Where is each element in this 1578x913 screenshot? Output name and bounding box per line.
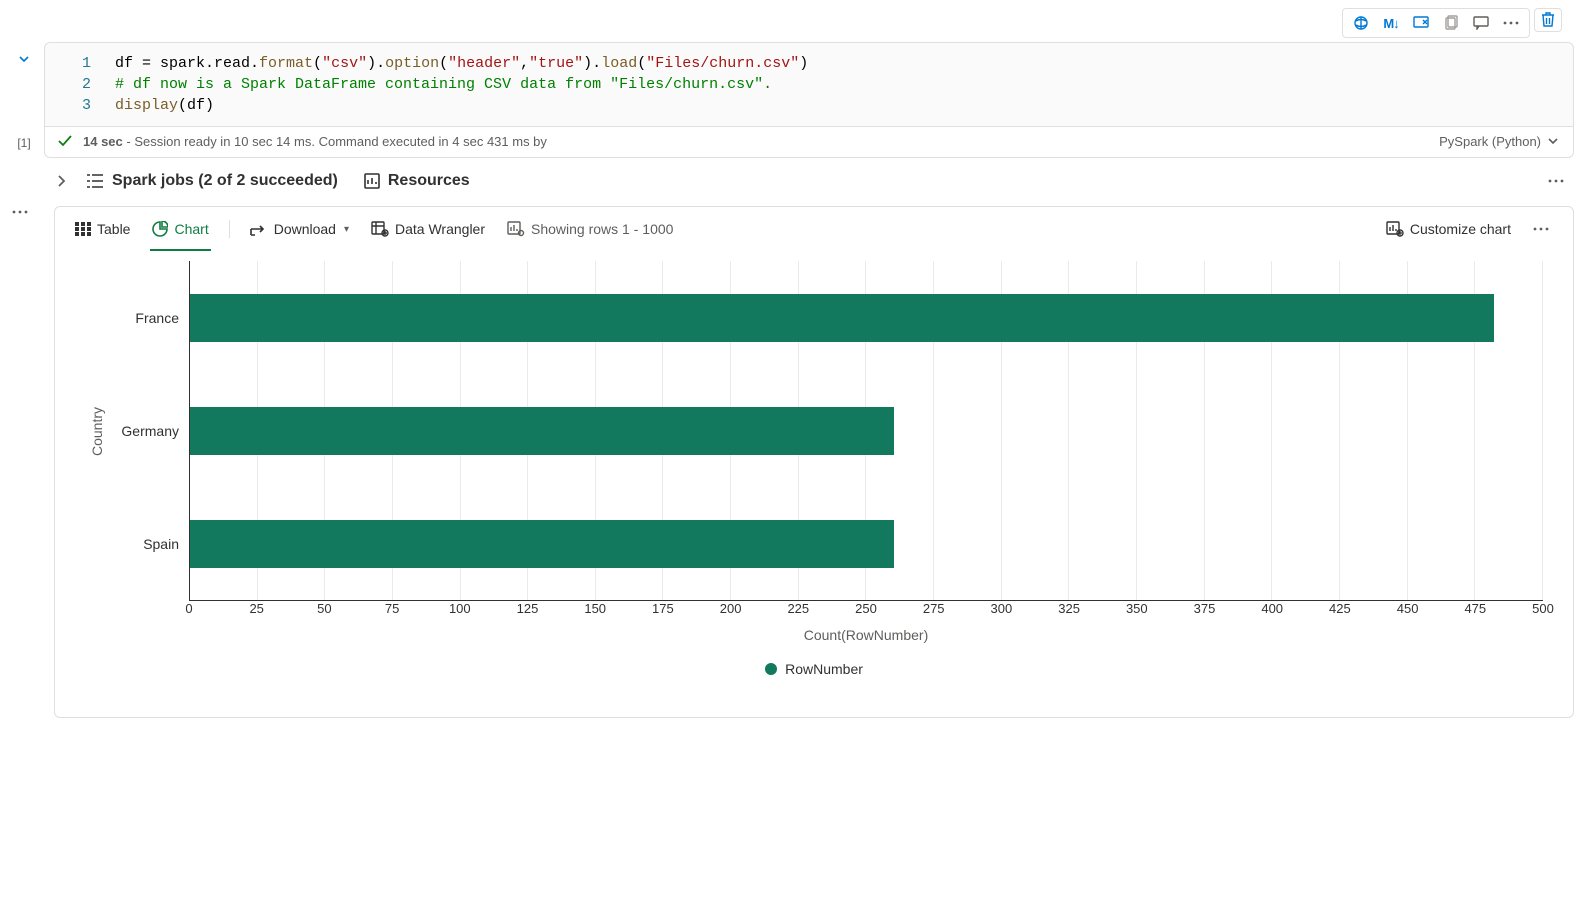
customize-chart-label: Customize chart (1410, 221, 1511, 237)
convert-notebook-icon[interactable] (1347, 11, 1375, 35)
x-tick: 100 (449, 601, 471, 616)
y-axis-categories: France Germany Spain (109, 261, 189, 601)
x-tick: 25 (249, 601, 263, 616)
tab-chart[interactable]: Chart (150, 217, 210, 251)
x-tick: 375 (1194, 601, 1216, 616)
chart-output: Country France Germany Spain 0 25 50 75 100 1… (55, 251, 1573, 687)
y-axis-title: Country (85, 261, 109, 601)
y-category: France (109, 310, 179, 326)
spark-jobs-button[interactable]: Spark jobs (2 of 2 succeeded) (86, 172, 338, 190)
spark-jobs-label: Spark jobs (2 of 2 succeeded) (112, 172, 338, 190)
tab-table[interactable]: Table (73, 217, 132, 251)
x-tick: 200 (720, 601, 742, 616)
code-editor[interactable]: 1 df = spark.read.format("csv").option("… (44, 42, 1574, 127)
language-selector[interactable]: PySpark (Python) (1439, 134, 1559, 149)
x-tick: 400 (1261, 601, 1283, 616)
delete-cell-icon[interactable] (1534, 8, 1562, 32)
x-tick: 225 (787, 601, 809, 616)
expand-output-icon[interactable] (54, 174, 68, 188)
code-line-2: # df now is a Spark DataFrame containing… (115, 74, 772, 95)
markdown-button[interactable]: M↓ (1377, 11, 1405, 35)
line-number: 2 (45, 74, 115, 95)
x-tick: 0 (185, 601, 192, 616)
code-cell: 1 df = spark.read.format("csv").option("… (4, 42, 1574, 158)
collapse-toggle[interactable] (4, 42, 44, 66)
x-tick: 300 (991, 601, 1013, 616)
rows-info: Showing rows 1 - 1000 (505, 217, 675, 251)
result-more-actions-icon[interactable] (1527, 217, 1555, 241)
x-axis-title: Count(RowNumber) (189, 621, 1543, 643)
clear-output-icon[interactable] (1407, 11, 1435, 35)
code-line-1: df = spark.read.format("csv").option("he… (115, 53, 808, 74)
chart-legend: RowNumber (85, 643, 1543, 677)
copy-cell-icon[interactable] (1437, 11, 1465, 35)
tab-chart-label: Chart (174, 221, 208, 237)
y-category: Spain (109, 536, 179, 552)
x-axis-ticks: 0255075100125150175200225250275300325350… (189, 601, 1543, 621)
y-category: Germany (109, 423, 179, 439)
x-tick: 50 (317, 601, 331, 616)
chevron-down-icon: ▾ (344, 224, 349, 235)
rows-stats-icon (507, 221, 525, 237)
exec-message: - Session ready in 10 sec 14 ms. Command… (123, 134, 547, 149)
x-tick: 350 (1126, 601, 1148, 616)
bar-chart-icon (364, 173, 380, 189)
legend-series-label: RowNumber (785, 661, 863, 677)
customize-chart-icon (1386, 221, 1404, 237)
cell-toolbar-group: M↓ (1342, 8, 1530, 38)
line-number: 1 (45, 53, 115, 74)
x-tick: 250 (855, 601, 877, 616)
download-button[interactable]: Download ▾ (248, 217, 351, 251)
code-line-3: display(df) (115, 95, 214, 116)
x-tick: 275 (923, 601, 945, 616)
data-wrangler-button[interactable]: Data Wrangler (369, 217, 487, 251)
comment-icon[interactable] (1467, 11, 1495, 35)
language-label: PySpark (Python) (1439, 134, 1541, 149)
bar-germany[interactable] (190, 407, 894, 455)
exec-duration: 14 sec (83, 134, 123, 149)
execution-count: [1] (4, 136, 44, 150)
line-number: 3 (45, 95, 115, 116)
more-actions-icon[interactable] (1497, 11, 1525, 35)
result-tabs: Table Chart Download ▾ Data Wrangler (55, 207, 1573, 251)
pie-chart-icon (152, 221, 168, 237)
bar-france[interactable] (190, 294, 1494, 342)
result-panel: Table Chart Download ▾ Data Wrangler (54, 206, 1574, 718)
success-check-icon (57, 133, 73, 149)
output-more-actions-icon[interactable] (1548, 179, 1564, 183)
customize-chart-button[interactable]: Customize chart (1386, 221, 1511, 237)
x-tick: 500 (1532, 601, 1554, 616)
table-grid-icon (75, 222, 91, 236)
x-tick: 175 (652, 601, 674, 616)
rows-info-label: Showing rows 1 - 1000 (531, 221, 673, 237)
x-tick: 75 (385, 601, 399, 616)
download-icon (250, 222, 268, 236)
wrangler-icon (371, 221, 389, 237)
list-icon (86, 173, 104, 189)
wrangler-label: Data Wrangler (395, 221, 485, 237)
cell-toolbar: M↓ (4, 0, 1574, 42)
x-tick: 325 (1058, 601, 1080, 616)
resources-label: Resources (388, 172, 470, 190)
tab-table-label: Table (97, 221, 130, 237)
chart-plot-area[interactable] (189, 261, 1543, 601)
x-tick: 125 (517, 601, 539, 616)
output-summary-row: Spark jobs (2 of 2 succeeded) Resources (4, 158, 1574, 206)
resources-button[interactable]: Resources (364, 172, 470, 190)
chevron-down-icon (1547, 135, 1559, 147)
x-tick: 475 (1464, 601, 1486, 616)
separator (229, 220, 230, 238)
x-tick: 150 (584, 601, 606, 616)
cell-side-more-icon[interactable] (12, 210, 28, 214)
x-tick: 450 (1397, 601, 1419, 616)
bar-spain[interactable] (190, 520, 894, 568)
execution-status: 14 sec - Session ready in 10 sec 14 ms. … (57, 133, 547, 149)
legend-color-dot (765, 663, 777, 675)
x-tick: 425 (1329, 601, 1351, 616)
download-label: Download (274, 221, 336, 237)
